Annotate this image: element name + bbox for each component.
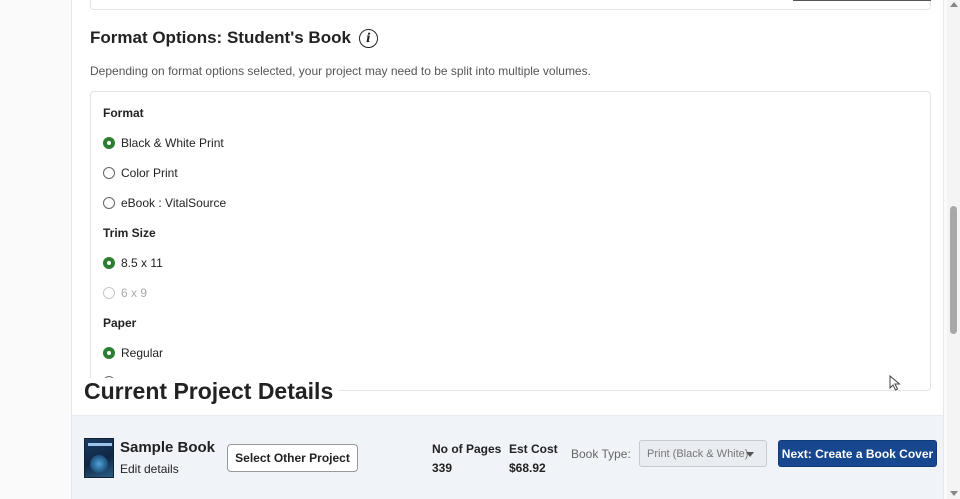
radio-trim-6x9: 6 x 9 bbox=[103, 286, 147, 300]
format-options-subtitle: Depending on format options selected, yo… bbox=[90, 64, 591, 78]
trim-size-group-label: Trim Size bbox=[103, 226, 156, 240]
chevron-down-icon bbox=[746, 452, 754, 457]
pages-value: 339 bbox=[432, 461, 453, 475]
current-project-title: Current Project Details bbox=[84, 378, 340, 405]
radio-paper-regular[interactable]: Regular bbox=[103, 346, 163, 360]
book-name: Sample Book bbox=[120, 439, 216, 456]
radio-label: Color Print bbox=[121, 166, 178, 180]
radio-label: Black & White Print bbox=[121, 136, 224, 150]
book-type-value: Print (Black & White) bbox=[647, 447, 749, 460]
format-group-label: Format bbox=[103, 106, 144, 120]
radio-label: 8.5 x 11 bbox=[121, 256, 163, 270]
radio-label: 6 x 9 bbox=[121, 286, 148, 300]
mouse-pointer-icon bbox=[889, 375, 901, 391]
next-create-book-cover-button[interactable]: Next: Create a Book Cover bbox=[778, 440, 937, 467]
select-other-project-button[interactable]: Select Other Project bbox=[227, 444, 358, 472]
page-scrollbar[interactable] bbox=[947, 0, 960, 499]
radio-label: eBook : VitalSource bbox=[121, 196, 227, 210]
est-cost-value: $68.92 bbox=[509, 461, 546, 475]
est-cost-label: Est Cost bbox=[509, 442, 558, 456]
project-details-bar: Sample Book Edit details Select Other Pr… bbox=[72, 415, 943, 499]
radio-disabled-icon bbox=[103, 287, 115, 299]
radio-selected-icon[interactable] bbox=[103, 137, 115, 149]
previous-card-divider bbox=[793, 0, 931, 1]
format-options-heading: Format Options: Student's Book i bbox=[90, 28, 378, 48]
previous-card-edge bbox=[90, 0, 931, 10]
pages-label: No of Pages bbox=[432, 442, 502, 456]
info-icon[interactable]: i bbox=[358, 28, 378, 48]
radio-black-white-print[interactable]: Black & White Print bbox=[103, 136, 224, 150]
book-type-label: Book Type: bbox=[571, 447, 631, 461]
book-cover-thumbnail bbox=[84, 438, 114, 478]
scroll-up-arrow-icon[interactable] bbox=[950, 2, 958, 7]
book-type-select[interactable]: Print (Black & White) bbox=[639, 440, 767, 467]
radio-selected-icon[interactable] bbox=[103, 257, 115, 269]
format-options-card: Format Black & White Print Color Print e… bbox=[90, 91, 931, 391]
scrollbar-thumb[interactable] bbox=[950, 206, 957, 334]
format-options-title: Format Options: Student's Book bbox=[90, 28, 351, 47]
left-gutter bbox=[0, 0, 72, 499]
radio-label: Regular bbox=[121, 346, 164, 360]
radio-unselected-icon[interactable] bbox=[103, 197, 115, 209]
radio-ebook-vitalsource[interactable]: eBook : VitalSource bbox=[103, 196, 226, 210]
paper-group-label: Paper bbox=[103, 316, 137, 330]
edit-details-link[interactable]: Edit details bbox=[120, 462, 179, 476]
radio-color-print[interactable]: Color Print bbox=[103, 166, 178, 180]
radio-trim-8-5x11[interactable]: 8.5 x 11 bbox=[103, 256, 163, 270]
radio-unselected-icon[interactable] bbox=[103, 167, 115, 179]
scroll-down-arrow-icon[interactable] bbox=[950, 491, 958, 496]
radio-selected-icon[interactable] bbox=[103, 347, 115, 359]
